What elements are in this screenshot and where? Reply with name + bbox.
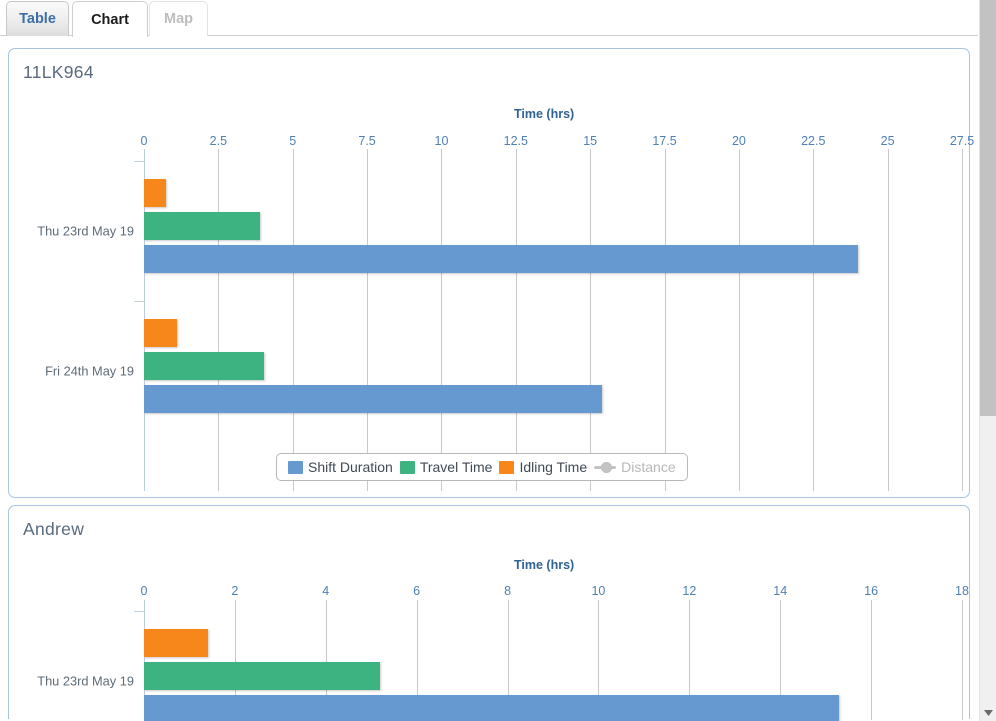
legend-label: Travel Time	[419, 459, 493, 475]
legend-label: Idling Time	[519, 459, 588, 475]
x-tick-label: 10	[591, 584, 606, 598]
x-tick-label: 8	[504, 584, 512, 598]
gridline	[887, 149, 889, 491]
x-tick-label: 14	[773, 584, 788, 598]
bar-idling[interactable]	[144, 179, 167, 207]
chart-legend: Shift Duration Travel Time Idling Time Dist…	[276, 453, 688, 481]
category-label: Thu 23rd May 19	[37, 673, 134, 689]
vertical-scrollbar[interactable]	[979, 0, 996, 721]
gridline	[813, 149, 815, 491]
gridline	[218, 149, 220, 491]
axis-title: Time (hrs)	[514, 107, 575, 121]
category-tick	[134, 611, 144, 612]
x-tick-label: 6	[413, 584, 421, 598]
gridline	[292, 149, 294, 491]
gridline	[441, 149, 443, 491]
gridline	[738, 149, 740, 491]
bar-travel[interactable]	[144, 212, 260, 240]
gridline	[871, 600, 873, 720]
tab-bar: Table Chart Map	[0, 0, 978, 37]
tab-map-label: Map	[164, 11, 193, 27]
x-tick-label: 27.5	[949, 134, 975, 148]
bar-shift[interactable]	[144, 245, 858, 273]
x-tick-label: 15	[583, 134, 598, 148]
category-label: Fri 24th May 19	[45, 363, 134, 379]
legend-swatch-icon	[288, 460, 303, 474]
legend-item[interactable]: Idling Time	[499, 459, 587, 475]
x-tick-label: 2.5	[209, 134, 228, 148]
legend-swatch-icon	[399, 460, 415, 474]
bar-shift[interactable]	[144, 695, 840, 721]
x-tick-label: 0	[140, 134, 148, 148]
x-tick-label: 0	[140, 584, 148, 598]
legend-item[interactable]: Shift Duration	[288, 459, 393, 475]
chart-panel-driver: Andrew Time (hrs) 0 2 4 6 8 10 12 14 16 18 Thu 23rd…	[8, 505, 970, 721]
chart-view: Table Chart Map 11LK964 Time (hrs) 0 2.5 5 7…	[0, 0, 996, 721]
chevron-down-icon[interactable]	[980, 704, 996, 721]
legend-swatch-icon	[499, 460, 515, 474]
bar-travel[interactable]	[144, 352, 265, 380]
axis-title: Time (hrs)	[514, 558, 575, 572]
x-tick-label: 10	[434, 134, 449, 148]
bar-chart-driver: Time (hrs) 0 2 4 6 8 10 12 14 16 18 Thu 23rd May 19	[9, 506, 969, 721]
x-tick-label: 17.5	[652, 134, 677, 148]
x-tick-label: 18	[955, 584, 969, 598]
bar-chart-vehicle: Time (hrs) 0 2.5 5 7.5 10 12.5 15 17.5 20 22.5 25 27…	[9, 49, 974, 497]
gridline	[962, 600, 963, 720]
legend-label: Shift Duration	[308, 459, 393, 475]
category-tick	[134, 161, 144, 162]
tab-chart-label: Chart	[91, 11, 129, 28]
scrollbar-thumb[interactable]	[980, 0, 996, 416]
x-tick-label: 4	[322, 584, 330, 598]
x-tick-label: 25	[880, 134, 895, 148]
bar-idling[interactable]	[144, 629, 208, 657]
gridline	[367, 149, 369, 491]
x-tick-label: 20	[731, 134, 746, 148]
legend-item[interactable]: Distance	[594, 459, 676, 475]
bar-idling[interactable]	[144, 319, 177, 347]
gridline	[515, 149, 517, 491]
x-tick-label: 2	[231, 584, 239, 598]
tab-map[interactable]: Map	[149, 1, 208, 36]
legend-item[interactable]: Travel Time	[399, 459, 493, 475]
legend-label: Distance	[621, 459, 676, 475]
category-tick	[134, 301, 144, 302]
tab-chart[interactable]: Chart	[72, 1, 148, 37]
category-label: Thu 23rd May 19	[37, 223, 134, 239]
bar-travel[interactable]	[144, 662, 381, 690]
chart-panel-vehicle: 11LK964 Time (hrs) 0 2.5 5 7.5 10 12.5 15 17.5 20…	[8, 48, 974, 498]
x-tick-label: 12.5	[503, 134, 528, 148]
gridline	[590, 149, 592, 491]
legend-line-marker-icon	[594, 461, 617, 473]
gridline	[962, 149, 963, 491]
tab-table-label: Table	[19, 11, 56, 27]
x-tick-label: 12	[682, 584, 697, 598]
x-tick-label: 5	[289, 134, 297, 148]
gridline	[664, 149, 666, 491]
x-tick-label: 16	[864, 584, 879, 598]
x-tick-label: 7.5	[358, 134, 376, 148]
tab-table[interactable]: Table	[6, 1, 69, 36]
bar-shift[interactable]	[144, 385, 603, 413]
x-tick-label: 22.5	[801, 134, 826, 148]
